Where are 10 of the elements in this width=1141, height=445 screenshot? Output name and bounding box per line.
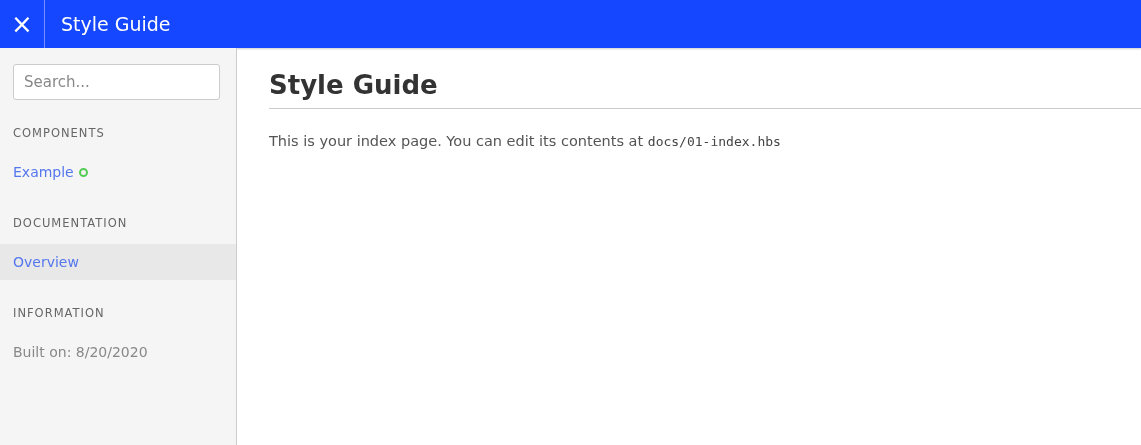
section-heading: COMPONENTS bbox=[13, 126, 106, 140]
section-heading: DOCUMENTATION bbox=[13, 216, 129, 230]
build-date: Built on: 8/20/2020 bbox=[12, 343, 149, 362]
search-field[interactable]: Search... bbox=[13, 64, 220, 100]
section-heading: INFORMATION bbox=[13, 306, 106, 320]
nav-link[interactable]: Overview bbox=[0, 244, 236, 280]
nav-link[interactable]: Example bbox=[0, 154, 236, 190]
intro-paragraph: This is your index page. You can edit its contents at docs/01-index.hbs bbox=[269, 133, 782, 149]
page-title: Style Guide bbox=[269, 70, 1141, 109]
app-title: Style Guide bbox=[61, 13, 171, 35]
